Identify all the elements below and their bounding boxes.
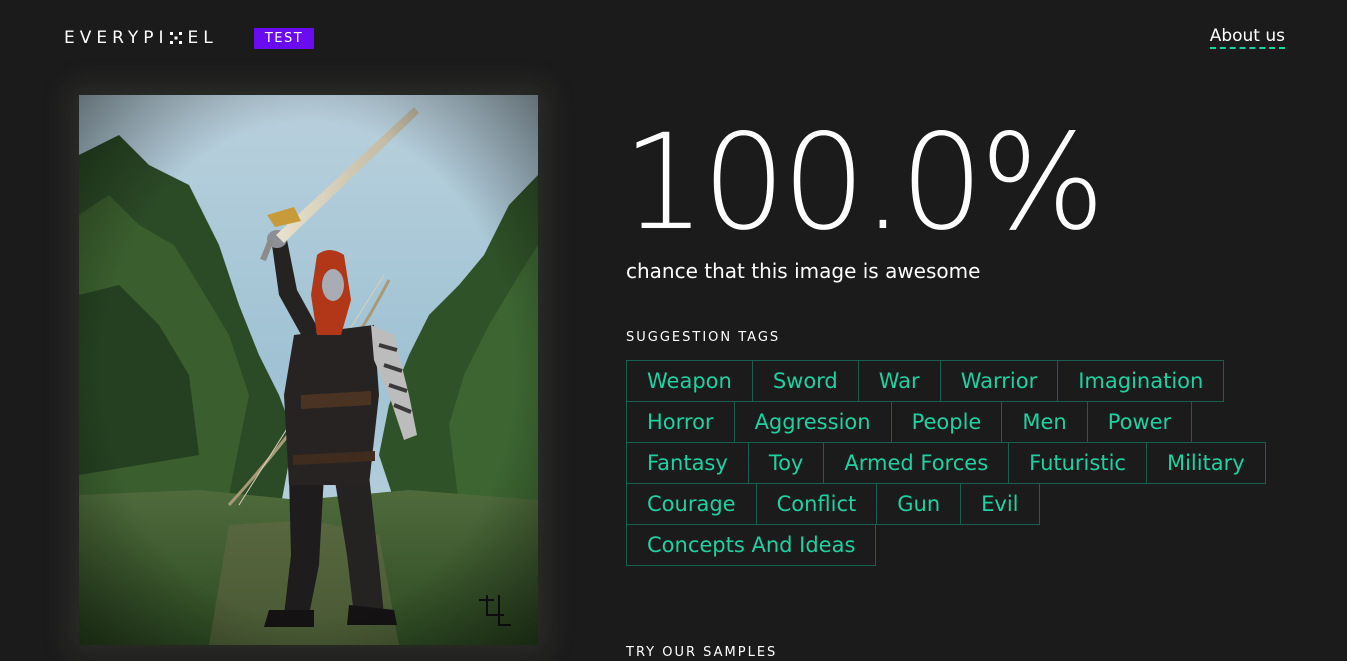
x-mark-icon <box>169 31 183 45</box>
suggestion-tag[interactable]: Evil <box>960 483 1040 525</box>
suggestion-tag[interactable]: People <box>890 401 1003 443</box>
page: EVERYPI EL TEST About us 100.0% chance t… <box>0 0 1347 661</box>
suggestion-tag[interactable]: Concepts And Ideas <box>626 524 877 566</box>
suggestion-tag[interactable]: Courage <box>626 483 757 525</box>
suggestion-tag[interactable]: Weapon <box>626 360 753 402</box>
suggestion-tag[interactable]: Imagination <box>1057 360 1225 402</box>
suggestion-tag[interactable]: War <box>857 360 941 402</box>
suggestion-tag[interactable]: Men <box>1001 401 1088 443</box>
test-badge: TEST <box>254 28 314 49</box>
suggestion-tag[interactable]: Armed Forces <box>823 442 1010 484</box>
header: EVERYPI EL TEST About us <box>0 0 1347 80</box>
suggestion-tag[interactable]: Warrior <box>939 360 1059 402</box>
suggestion-tag[interactable]: Futuristic <box>1008 442 1147 484</box>
logo-text-left: EVERYPI <box>64 28 169 48</box>
suggestion-tag[interactable]: Military <box>1145 442 1266 484</box>
suggestion-tag[interactable]: Power <box>1086 401 1193 443</box>
logo[interactable]: EVERYPI EL <box>64 28 218 48</box>
suggestion-tag[interactable]: Sword <box>751 360 859 402</box>
score-subtitle: chance that this image is awesome <box>626 259 981 283</box>
suggestion-tag[interactable]: Fantasy <box>626 442 749 484</box>
suggestion-tag[interactable]: Aggression <box>733 401 892 443</box>
suggestion-tags-heading: SUGGESTION TAGS <box>626 330 781 345</box>
uploaded-image <box>79 95 538 645</box>
suggestion-tag[interactable]: Gun <box>876 483 962 525</box>
logo-text-right: EL <box>187 28 218 48</box>
try-samples-heading: TRY OUR SAMPLES <box>626 645 778 660</box>
suggestion-tags-list: Weapon Sword War Warrior Imagination Horror Ag… <box>626 360 1286 566</box>
suggestion-tag[interactable]: Toy <box>747 442 825 484</box>
suggestion-tag[interactable]: Horror <box>626 401 735 443</box>
about-us-link[interactable]: About us <box>1209 26 1285 49</box>
suggestion-tag[interactable]: Conflict <box>755 483 878 525</box>
awesomeness-score: 100.0% <box>622 106 1105 260</box>
